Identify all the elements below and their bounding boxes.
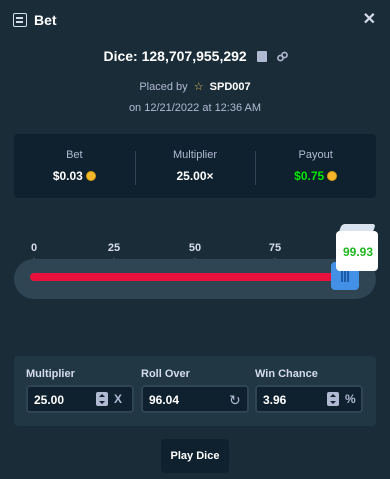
star-icon: ☆ — [193, 81, 204, 93]
coin-icon — [85, 171, 96, 181]
username[interactable]: SPD007 — [210, 81, 251, 93]
placed-by: Placed by ☆ SPD007 — [0, 80, 390, 93]
dice-id-row: Dice: 128,707,955,292 — [0, 47, 390, 64]
scale-tick: 50 — [188, 242, 202, 262]
multiplier-suffix: X — [114, 392, 123, 406]
play-dice-button[interactable]: Play Dice — [161, 439, 229, 473]
win-chance-suffix: % — [345, 392, 356, 406]
copy-icon[interactable] — [256, 50, 267, 62]
bet-stats-panel: Bet $0.03 Multiplier 25.00× Payout $0.75 — [14, 134, 376, 198]
stepper-icon[interactable] — [327, 392, 339, 406]
slider-container — [14, 259, 376, 299]
win-chance-input-value: 3.96 — [263, 393, 287, 407]
roll-over-input-value: 96.04 — [149, 393, 180, 407]
scale-tick: 25 — [107, 242, 121, 262]
stat-payout-value: $0.75 — [294, 169, 325, 183]
modal-header: Bet ✕ — [0, 0, 390, 40]
refresh-icon[interactable]: ↻ — [229, 392, 241, 409]
multiplier-control: Multiplier 25.00 X — [26, 368, 134, 413]
stat-payout-label: Payout — [298, 149, 333, 161]
stepper-icon[interactable] — [96, 392, 108, 406]
close-icon[interactable]: ✕ — [363, 9, 376, 29]
modal-title: Bet — [34, 12, 57, 28]
win-chance-control: Win Chance 3.96 % — [255, 368, 363, 413]
dice-id: Dice: 128,707,955,292 — [103, 48, 247, 65]
roll-over-input[interactable]: 96.04 ↻ — [141, 385, 249, 413]
stat-multiplier-value: 25.00× — [176, 169, 214, 183]
roll-over-control: Roll Over 96.04 ↻ — [141, 368, 249, 413]
multiplier-input[interactable]: 25.00 X — [26, 385, 134, 413]
stat-multiplier: Multiplier 25.00× — [134, 149, 256, 185]
win-chance-input[interactable]: 3.96 % — [255, 385, 363, 413]
stat-multiplier-label: Multiplier — [173, 149, 218, 161]
coin-icon — [327, 171, 338, 181]
placed-by-label: Placed by — [139, 81, 188, 93]
scale-tick: 75 — [268, 242, 282, 262]
win-chance-label: Win Chance — [255, 368, 318, 380]
slider-track[interactable] — [30, 262, 359, 290]
roll-over-label: Roll Over — [141, 368, 190, 380]
result-value: 99.93 — [342, 245, 374, 259]
stat-bet: Bet $0.03 — [14, 149, 135, 183]
bet-slip-icon — [13, 13, 27, 27]
bet-date: on 12/21/2022 at 12:36 AM — [128, 102, 262, 114]
stat-bet-label: Bet — [66, 149, 83, 161]
dice-controls: Multiplier 25.00 X Roll Over 96.04 ↻ Win… — [14, 356, 376, 426]
stat-bet-value: $0.03 — [52, 169, 83, 183]
multiplier-label: Multiplier — [26, 368, 75, 380]
stat-payout: Payout $0.75 — [255, 149, 376, 185]
scale-tick: 0 — [29, 242, 39, 262]
multiplier-input-value: 25.00 — [34, 393, 65, 407]
link-icon[interactable] — [276, 51, 288, 62]
